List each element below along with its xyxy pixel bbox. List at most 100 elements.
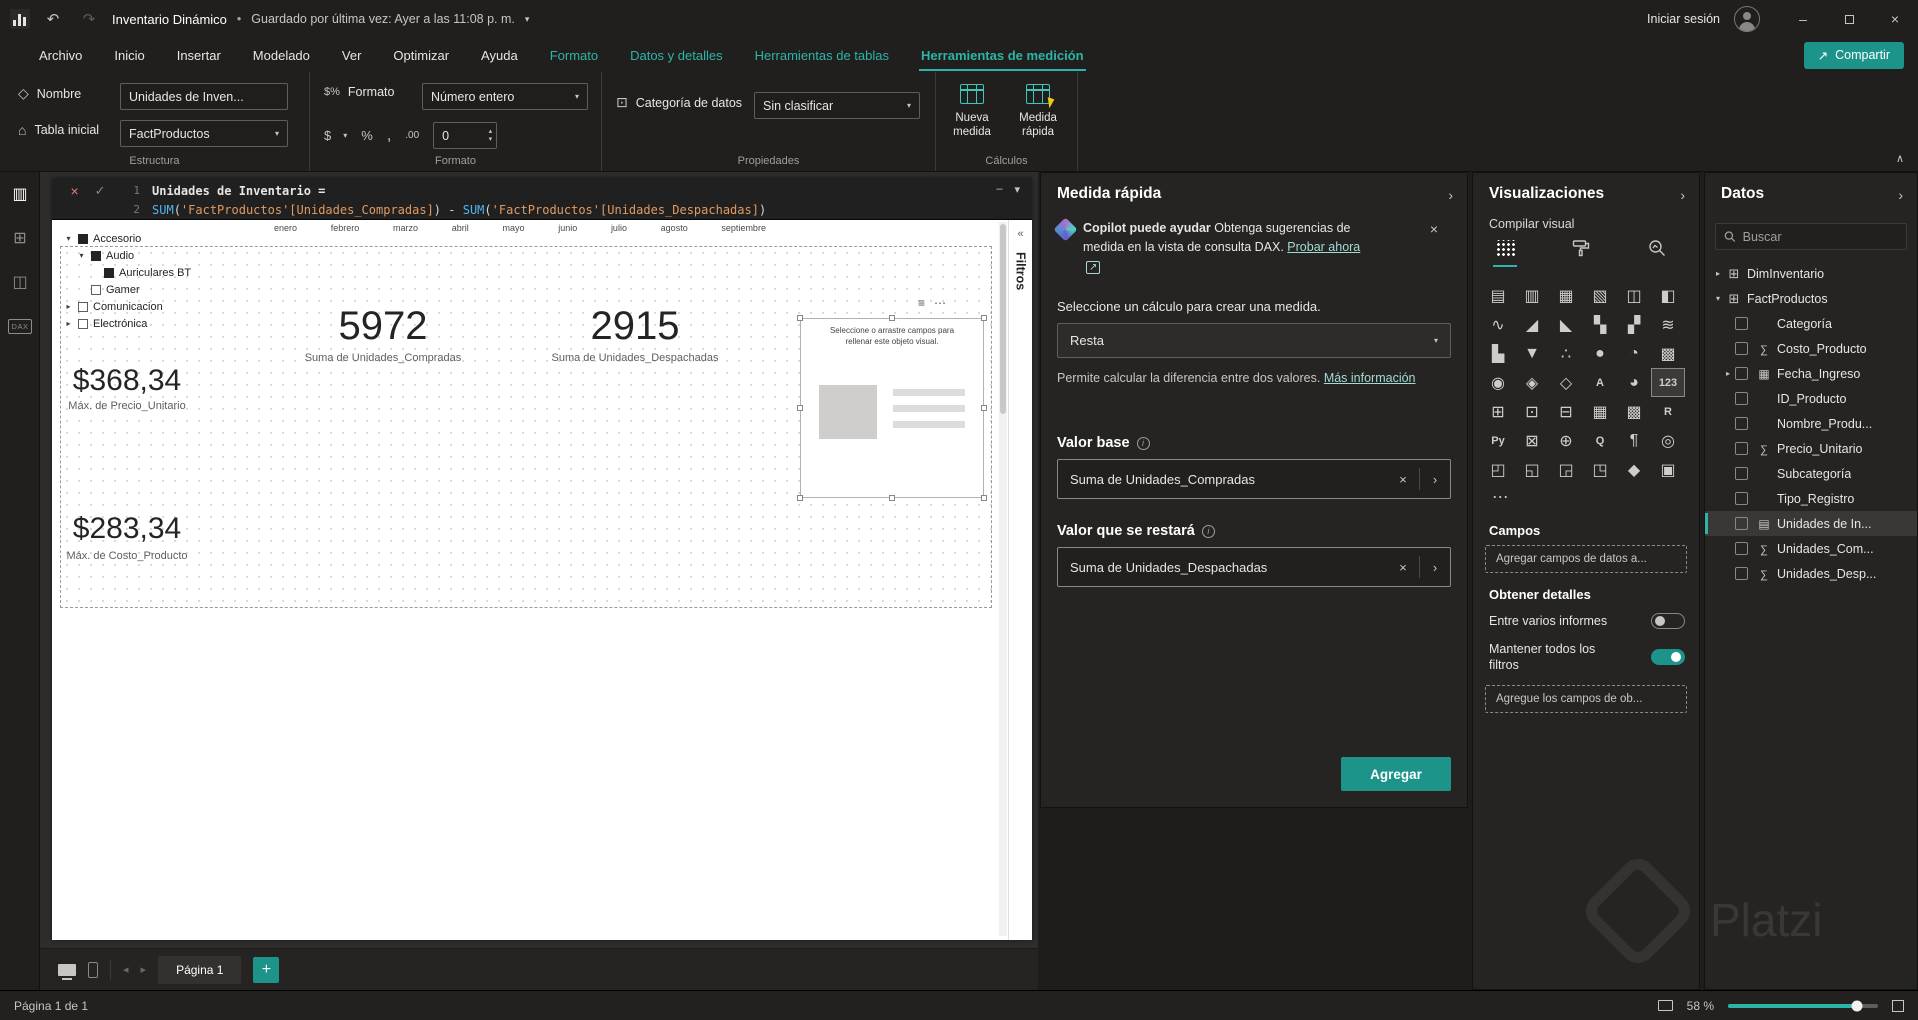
page-tab[interactable]: Página 1 (158, 955, 242, 984)
data-field-fecha-ingreso[interactable]: ▸ Fecha_Ingreso (1705, 361, 1917, 386)
category-slicer-visual[interactable]: ▾ Accesorio ▾ Audio Auriculares BT Gamer ▸ Comu… (64, 230, 191, 332)
visual-icon-paginated-report[interactable]: ◰ (1481, 455, 1515, 484)
ribbon-tab-insertar[interactable]: Insertar (162, 43, 236, 68)
field-checkbox[interactable] (1735, 317, 1748, 330)
quick-measure-button[interactable]: Medida rápida (1010, 84, 1066, 140)
slicer-item[interactable]: Auriculares BT (90, 264, 191, 281)
expand-icon[interactable]: ▾ (64, 234, 73, 243)
collapse-pane-icon[interactable]: › (1680, 187, 1685, 203)
visual-icon-slicer[interactable]: ⊟ (1549, 397, 1583, 426)
formula-commit-icon[interactable]: ✓ (95, 183, 106, 199)
search-input[interactable] (1742, 229, 1898, 244)
field-checkbox[interactable] (1735, 442, 1748, 455)
visual-icon-filled-map[interactable]: ◈ (1515, 368, 1549, 397)
close-button[interactable]: × (1872, 0, 1918, 38)
formula-bar[interactable]: × ✓ 1 Unidades de Inventario = 2 SUM('Fa… (52, 178, 1032, 220)
powerbi-app-icon[interactable] (10, 9, 30, 29)
base-value-field-well[interactable]: Suma de Unidades_Compradas × › (1057, 459, 1451, 499)
visual-icon-multi-row-card[interactable]: ⊞ (1481, 397, 1515, 426)
card-value-despachadas[interactable]: 2915 (535, 304, 735, 349)
fullscreen-icon[interactable] (1892, 999, 1904, 1012)
slicer-item[interactable]: ▸ Electrónica (64, 315, 191, 332)
resize-handle[interactable] (797, 405, 803, 411)
field-checkbox[interactable] (1735, 517, 1748, 530)
field-checkbox[interactable] (1735, 567, 1748, 580)
report-page[interactable]: enero febrero marzo abril mayo junio julio agos… (52, 178, 1032, 940)
visual-icon-table[interactable]: ▦ (1583, 397, 1617, 426)
expand-icon[interactable]: ▸ (64, 302, 73, 311)
model-view-button[interactable]: ◫ (0, 260, 40, 304)
slicer-checkbox[interactable] (78, 233, 88, 244)
slicer-checkbox[interactable] (78, 301, 88, 312)
subtract-value-field-well[interactable]: Suma de Unidades_Despachadas × › (1057, 547, 1451, 587)
visual-icon-donut-chart[interactable]: ◔ (1617, 339, 1651, 368)
undo-icon[interactable]: ↶ (40, 10, 66, 28)
resize-handle[interactable] (981, 315, 987, 321)
field-checkbox[interactable] (1735, 342, 1748, 355)
visual-icon-r-script[interactable]: R (1651, 397, 1685, 426)
resize-handle[interactable] (797, 495, 803, 501)
table-view-button[interactable]: ⊞ (0, 216, 40, 260)
data-field-factproductos[interactable]: ▾ FactProductos (1705, 286, 1917, 311)
slicer-checkbox[interactable] (104, 267, 114, 278)
account-avatar[interactable] (1734, 6, 1760, 32)
ribbon-tab-ver[interactable]: Ver (327, 43, 377, 68)
visual-icon-stacked-bar-chart[interactable]: ▤ (1481, 281, 1515, 310)
data-field-nombre-producto[interactable]: Nombre_Produ... (1705, 411, 1917, 436)
new-measure-button[interactable]: Nueva medida (944, 84, 1000, 140)
search-box[interactable] (1715, 223, 1907, 250)
ribbon-tab-archivo[interactable]: Archivo (24, 43, 97, 68)
visual-icon-azure-map[interactable]: A (1583, 368, 1617, 397)
slicer-item[interactable]: ▾ Accesorio (64, 230, 191, 247)
slicer-checkbox[interactable] (78, 318, 88, 329)
visual-header-lines-icon[interactable]: ≡ (918, 296, 925, 310)
visual-icon-decomposition-tree[interactable]: ⊕ (1549, 426, 1583, 455)
dismiss-copilot-icon[interactable]: × (1423, 221, 1445, 237)
format-dropdown[interactable]: Número entero ▾ (422, 83, 588, 110)
card-value-costo[interactable]: $283,34 (57, 512, 197, 546)
spin-up-icon[interactable]: ▴ (489, 128, 493, 136)
visual-icon-100-stacked-column-chart[interactable]: ◧ (1651, 281, 1685, 310)
visual-icon-funnel-chart[interactable]: ▼ (1515, 339, 1549, 368)
collapse-pane-icon[interactable]: › (1898, 187, 1903, 203)
remove-field-icon[interactable]: × (1387, 472, 1419, 487)
analytics-tab[interactable] (1645, 235, 1669, 261)
expand-icon[interactable]: ▸ (64, 319, 73, 328)
title-chevron-icon[interactable]: ▾ (525, 14, 530, 25)
ribbon-tab-inicio[interactable]: Inicio (99, 43, 159, 68)
visual-icon-clustered-column-chart[interactable]: ▧ (1583, 281, 1617, 310)
expand-filters-icon[interactable]: « (1009, 228, 1032, 240)
visual-icon-gauge[interactable]: ◕ (1617, 368, 1651, 397)
data-field-diminventario[interactable]: ▸ DimInventario (1705, 261, 1917, 286)
card-value-compradas[interactable]: 5972 (283, 304, 483, 349)
collapse-pane-icon[interactable]: › (1448, 187, 1453, 203)
visual-icon-smart-narrative[interactable]: ¶ (1617, 426, 1651, 455)
dax-query-view-button[interactable]: DAX (0, 304, 40, 348)
spin-down-icon[interactable]: ▾ (489, 136, 493, 144)
format-visual-tab[interactable] (1569, 235, 1593, 261)
slicer-item[interactable]: ▸ Comunicacion (64, 298, 191, 315)
data-field-precio-unitario[interactable]: Precio_Unitario (1705, 436, 1917, 461)
calculation-dropdown[interactable]: Resta ▾ (1057, 323, 1451, 358)
visual-icon-qa[interactable]: Q (1583, 426, 1617, 455)
slicer-item[interactable]: ▾ Audio (77, 247, 191, 264)
expand-icon[interactable]: ▸ (1711, 269, 1725, 278)
field-checkbox[interactable] (1735, 467, 1748, 480)
filters-pane-collapsed[interactable]: « Filtros (1008, 220, 1032, 940)
field-options-icon[interactable]: › (1420, 472, 1450, 487)
field-checkbox[interactable] (1735, 417, 1748, 430)
visual-icon-custom-visual-1[interactable]: ◆ (1617, 455, 1651, 484)
ribbon-tab-herramientas-de-medicion[interactable]: Herramientas de medición (906, 43, 1099, 71)
report-view-button[interactable]: ▥ (0, 172, 40, 216)
new-page-button[interactable]: + (253, 956, 280, 983)
visual-icon-custom-visual-2[interactable]: ▣ (1651, 455, 1685, 484)
minimize-button[interactable]: – (1780, 0, 1826, 38)
formula-bar-expand-icon[interactable]: ▾ (1014, 183, 1020, 196)
visual-icon-scatter-chart[interactable]: ∴ (1549, 339, 1583, 368)
remove-field-icon[interactable]: × (1387, 560, 1419, 575)
field-checkbox[interactable] (1735, 367, 1748, 380)
zoom-slider-thumb[interactable] (1851, 1000, 1863, 1011)
slicer-checkbox[interactable] (91, 284, 101, 295)
copilot-try-link[interactable]: Probar ahora (1287, 240, 1360, 254)
visual-icon-card[interactable]: 123 (1651, 368, 1685, 397)
